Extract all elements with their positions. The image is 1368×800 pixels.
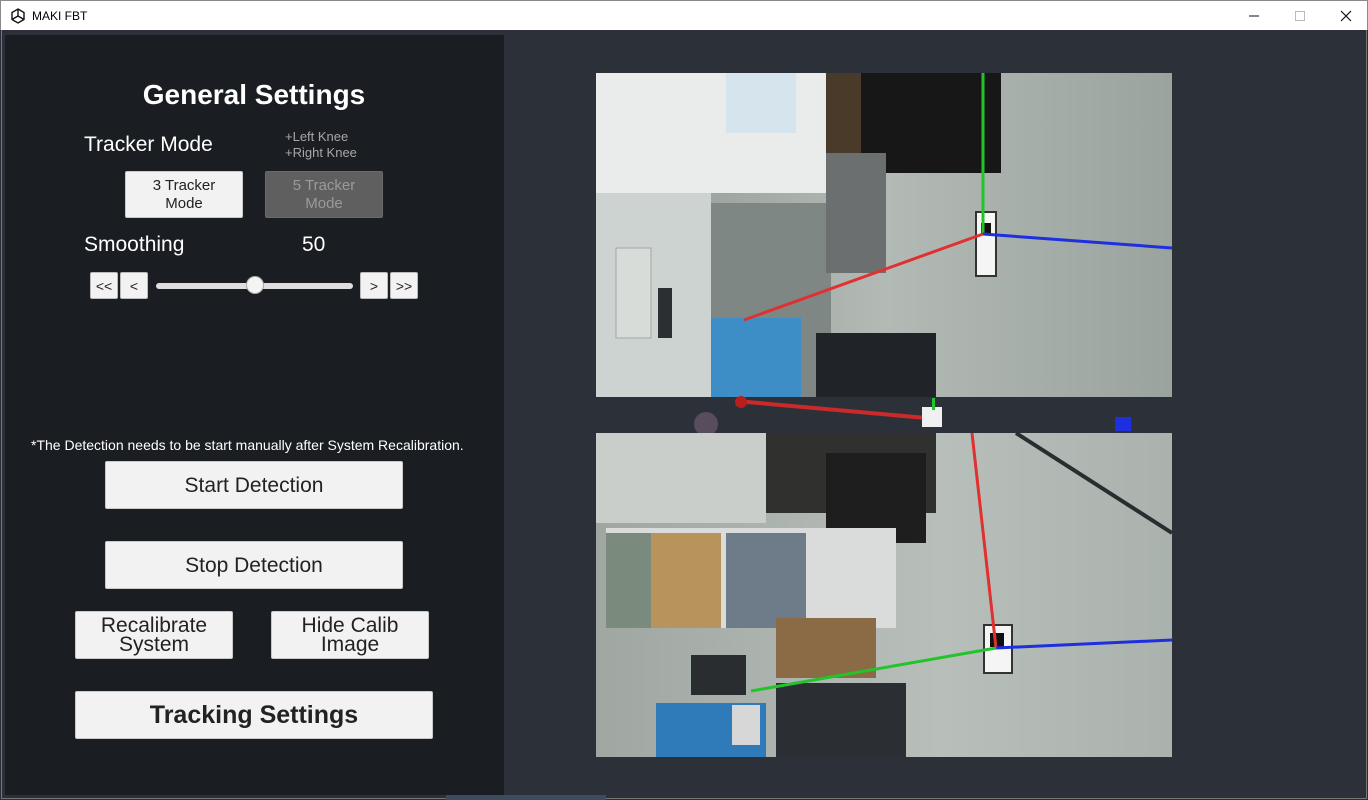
hint-left-knee: +Left Knee: [285, 129, 349, 144]
camera-feed-bottom-image: [596, 433, 1172, 757]
start-detection-button[interactable]: Start Detection: [105, 461, 403, 509]
hide-calib-image-button[interactable]: Hide Calib Image: [271, 611, 429, 659]
general-settings-heading: General Settings: [142, 79, 366, 110]
three-tracker-line2: Mode: [165, 194, 203, 212]
detection-note: *The Detection needs to be start manuall…: [31, 437, 464, 453]
five-tracker-line2: Mode: [305, 194, 343, 212]
smoothing-fast-decrease-button[interactable]: <<: [90, 272, 118, 299]
close-icon: [1340, 10, 1352, 22]
camera-feed-top: [596, 73, 1172, 397]
smoothing-fast-increase-button[interactable]: >>: [390, 272, 418, 299]
scene-fragment: [446, 795, 606, 800]
five-tracker-mode-button[interactable]: 5 Tracker Mode: [265, 171, 383, 218]
five-tracker-line1: 5 Tracker: [292, 176, 356, 194]
stop-detection-button[interactable]: Stop Detection: [105, 541, 403, 589]
camera-feed-bottom: [596, 433, 1172, 757]
smoothing-increase-button[interactable]: >: [360, 272, 388, 299]
hide-calib-line2: Image: [320, 633, 380, 656]
scene-axis-gizmo: [694, 396, 1131, 436]
smoothing-slider-thumb[interactable]: [245, 276, 264, 294]
minimize-button[interactable]: [1231, 1, 1277, 31]
title-bar: MAKI FBT: [0, 0, 1368, 30]
camera-feed-top-image: [596, 73, 1172, 397]
tracking-settings-button[interactable]: Tracking Settings: [75, 691, 433, 739]
close-button[interactable]: [1323, 1, 1368, 31]
smoothing-label: Smoothing: [84, 233, 185, 256]
maximize-button[interactable]: [1277, 1, 1323, 31]
unity-logo-icon: [11, 8, 25, 24]
tracker-mode-hint: +Left Knee +Right Knee: [285, 129, 357, 161]
hint-right-knee: +Right Knee: [285, 145, 357, 160]
three-tracker-line1: 3 Tracker: [152, 176, 216, 194]
maximize-icon: [1295, 11, 1305, 21]
smoothing-value: 50: [302, 233, 326, 256]
three-tracker-mode-button[interactable]: 3 Tracker Mode: [125, 171, 243, 218]
window-title: MAKI FBT: [32, 9, 88, 23]
recalibrate-line2: System: [118, 633, 189, 656]
minimize-icon: [1249, 15, 1259, 17]
smoothing-decrease-button[interactable]: <: [120, 272, 148, 299]
settings-panel: [5, 35, 504, 795]
tracker-mode-label: Tracker Mode: [84, 133, 213, 156]
recalibrate-system-button[interactable]: Recalibrate System: [75, 611, 233, 659]
